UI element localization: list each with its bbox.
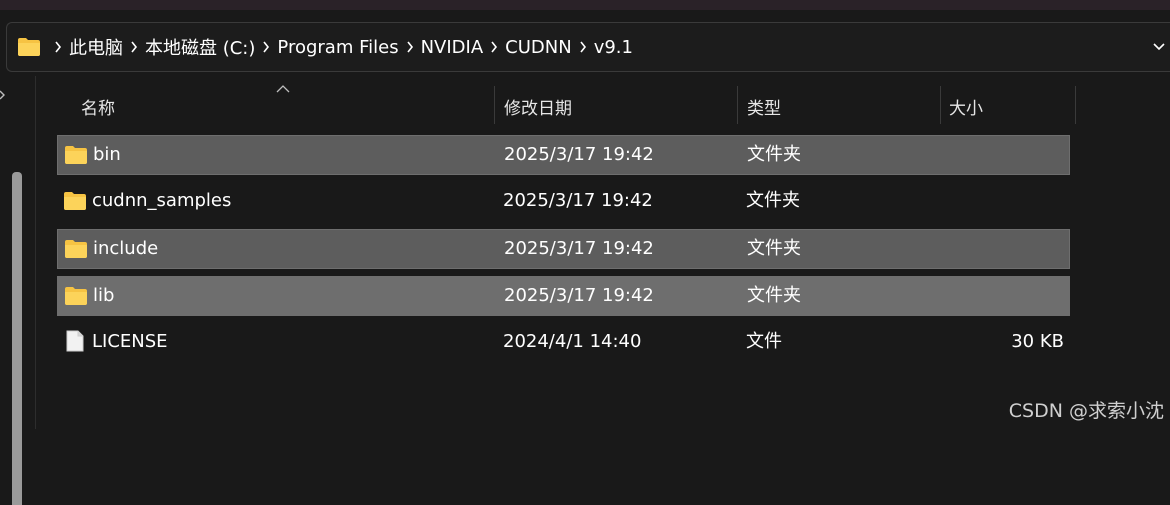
- file-type: 文件夹: [747, 285, 801, 306]
- breadcrumb: 此电脑 本地磁盘 (C:) Program Files NVIDIA CUDNN…: [47, 23, 633, 71]
- column-header-name-label: 名称: [81, 99, 115, 119]
- file-modified: 2024/4/1 14:40: [503, 331, 642, 352]
- column-divider[interactable]: [1075, 86, 1076, 124]
- folder-icon: [65, 287, 87, 305]
- expand-arrow-icon[interactable]: [0, 90, 6, 100]
- file-icon: [66, 330, 84, 352]
- file-name: include: [93, 238, 159, 259]
- breadcrumb-item-nvidia[interactable]: NVIDIA: [421, 37, 484, 58]
- file-type: 文件: [746, 331, 782, 352]
- breadcrumb-item-v9-1[interactable]: v9.1: [594, 37, 633, 58]
- file-row-lib[interactable]: lib 2025/3/17 19:42 文件夹: [57, 276, 1070, 316]
- column-header-name[interactable]: 名称: [57, 86, 494, 124]
- chevron-right-icon[interactable]: [572, 23, 594, 71]
- chevron-right-icon[interactable]: [483, 23, 505, 71]
- column-header-size[interactable]: 大小: [941, 86, 1075, 124]
- file-name: LICENSE: [92, 331, 168, 352]
- file-row-license[interactable]: LICENSE 2024/4/1 14:40 文件 30 KB: [57, 323, 1070, 363]
- file-modified: 2025/3/17 19:42: [503, 190, 653, 211]
- file-modified: 2025/3/17 19:42: [504, 238, 654, 259]
- file-type: 文件夹: [746, 190, 800, 211]
- navigation-scrollbar[interactable]: [12, 172, 22, 505]
- window-titlebar-strip: [0, 0, 1170, 10]
- file-name: lib: [93, 285, 115, 306]
- breadcrumb-item-program-files[interactable]: Program Files: [277, 37, 398, 58]
- column-header-modified[interactable]: 修改日期: [495, 86, 737, 124]
- breadcrumb-item-cudnn[interactable]: CUDNN: [505, 37, 572, 58]
- file-size: 30 KB: [1011, 331, 1064, 352]
- chevron-right-icon[interactable]: [255, 23, 277, 71]
- column-header-type[interactable]: 类型: [738, 86, 940, 124]
- folder-icon: [64, 192, 86, 210]
- file-type: 文件夹: [747, 238, 801, 259]
- file-modified: 2025/3/17 19:42: [504, 144, 654, 165]
- folder-icon: [18, 38, 40, 56]
- chevron-right-icon[interactable]: [123, 23, 145, 71]
- file-row-cudnn-samples[interactable]: cudnn_samples 2025/3/17 19:42 文件夹: [57, 182, 1070, 222]
- folder-icon: [65, 146, 87, 164]
- file-name: cudnn_samples: [92, 190, 232, 211]
- breadcrumb-item-this-pc[interactable]: 此电脑: [69, 34, 123, 60]
- watermark-text: CSDN @求索小沈: [1008, 400, 1164, 422]
- folder-icon: [65, 240, 87, 258]
- chevron-right-icon[interactable]: [399, 23, 421, 71]
- column-header-size-label: 大小: [949, 99, 983, 119]
- column-header-type-label: 类型: [747, 99, 781, 119]
- chevron-down-icon[interactable]: [1152, 40, 1166, 54]
- file-modified: 2025/3/17 19:42: [504, 285, 654, 306]
- address-bar[interactable]: 此电脑 本地磁盘 (C:) Program Files NVIDIA CUDNN…: [6, 22, 1170, 72]
- file-row-bin[interactable]: bin 2025/3/17 19:42 文件夹: [57, 135, 1070, 175]
- file-type: 文件夹: [747, 144, 801, 165]
- chevron-right-icon[interactable]: [47, 23, 69, 71]
- file-name: bin: [93, 144, 121, 165]
- file-row-include[interactable]: include 2025/3/17 19:42 文件夹: [57, 229, 1070, 269]
- navigation-pane[interactable]: [0, 76, 36, 505]
- column-header-modified-label: 修改日期: [504, 99, 572, 119]
- breadcrumb-item-local-disk[interactable]: 本地磁盘 (C:): [145, 34, 255, 60]
